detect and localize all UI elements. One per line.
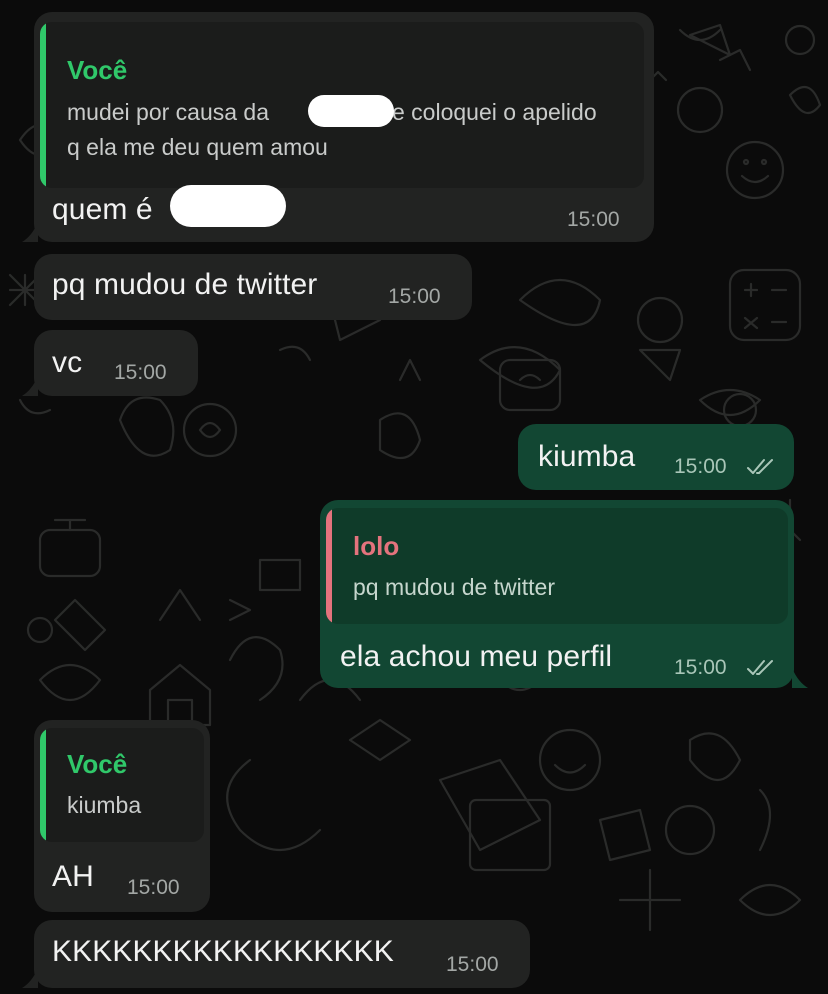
bubble-tail [22, 968, 38, 988]
read-ticks-icon [747, 459, 773, 474]
reply-text-line: q ela me deu quem amou [67, 134, 328, 160]
reply-quote-bar [40, 22, 46, 188]
reply-quote[interactable]: lolo pq mudou de twitter [326, 508, 788, 624]
message-text: AH [52, 860, 94, 893]
reply-quote[interactable]: Você kiumba [40, 728, 204, 842]
message-time: 15:00 [567, 208, 620, 231]
message-text: KKKKKKKKKKKKKKKKK [52, 935, 394, 968]
reply-text-line: e coloquei o apelido [392, 99, 597, 125]
bubble-tail [22, 222, 38, 242]
bubble-tail [792, 668, 808, 688]
message-text: vc [52, 346, 83, 379]
message-time: 15:00 [388, 285, 441, 308]
redaction-scribble [308, 95, 394, 127]
reply-text-line: kiumba [67, 792, 142, 818]
message-time: 15:00 [114, 361, 167, 384]
message-bubble-incoming[interactable]: pq mudou de twitter 15:00 [34, 254, 472, 320]
reply-text-line: mudei por causa da [67, 99, 270, 125]
message-bubble-outgoing[interactable]: kiumba 15:00 [518, 424, 794, 490]
message-time: 15:00 [674, 455, 727, 478]
message-time: 15:00 [674, 656, 727, 679]
message-bubble-incoming[interactable]: Você kiumba AH 15:00 [34, 720, 210, 912]
reply-quote-bar [326, 508, 332, 624]
reply-author: Você [67, 55, 128, 85]
message-time: 15:00 [127, 876, 180, 899]
reply-quote-bar [40, 728, 46, 842]
reply-quote[interactable]: Você mudei por causa da e coloquei o ape… [40, 22, 644, 188]
redaction-scribble [170, 185, 286, 227]
message-bubble-outgoing[interactable]: lolo pq mudou de twitter ela achou meu p… [320, 500, 794, 688]
message-text: quem é [52, 193, 153, 226]
reply-text-line: pq mudou de twitter [353, 574, 556, 600]
reply-author: lolo [353, 531, 400, 561]
message-text: kiumba [538, 440, 636, 473]
message-time: 15:00 [446, 953, 499, 976]
reply-author: Você [67, 749, 128, 779]
read-ticks-icon [747, 660, 773, 675]
message-text: ela achou meu perfil [340, 640, 613, 673]
bubble-tail [22, 376, 38, 396]
message-bubble-incoming[interactable]: Você mudei por causa da e coloquei o ape… [34, 12, 654, 242]
message-text: pq mudou de twitter [52, 268, 318, 301]
message-bubble-incoming[interactable]: KKKKKKKKKKKKKKKKK 15:00 [34, 920, 530, 988]
message-bubble-incoming[interactable]: vc 15:00 [34, 330, 198, 396]
